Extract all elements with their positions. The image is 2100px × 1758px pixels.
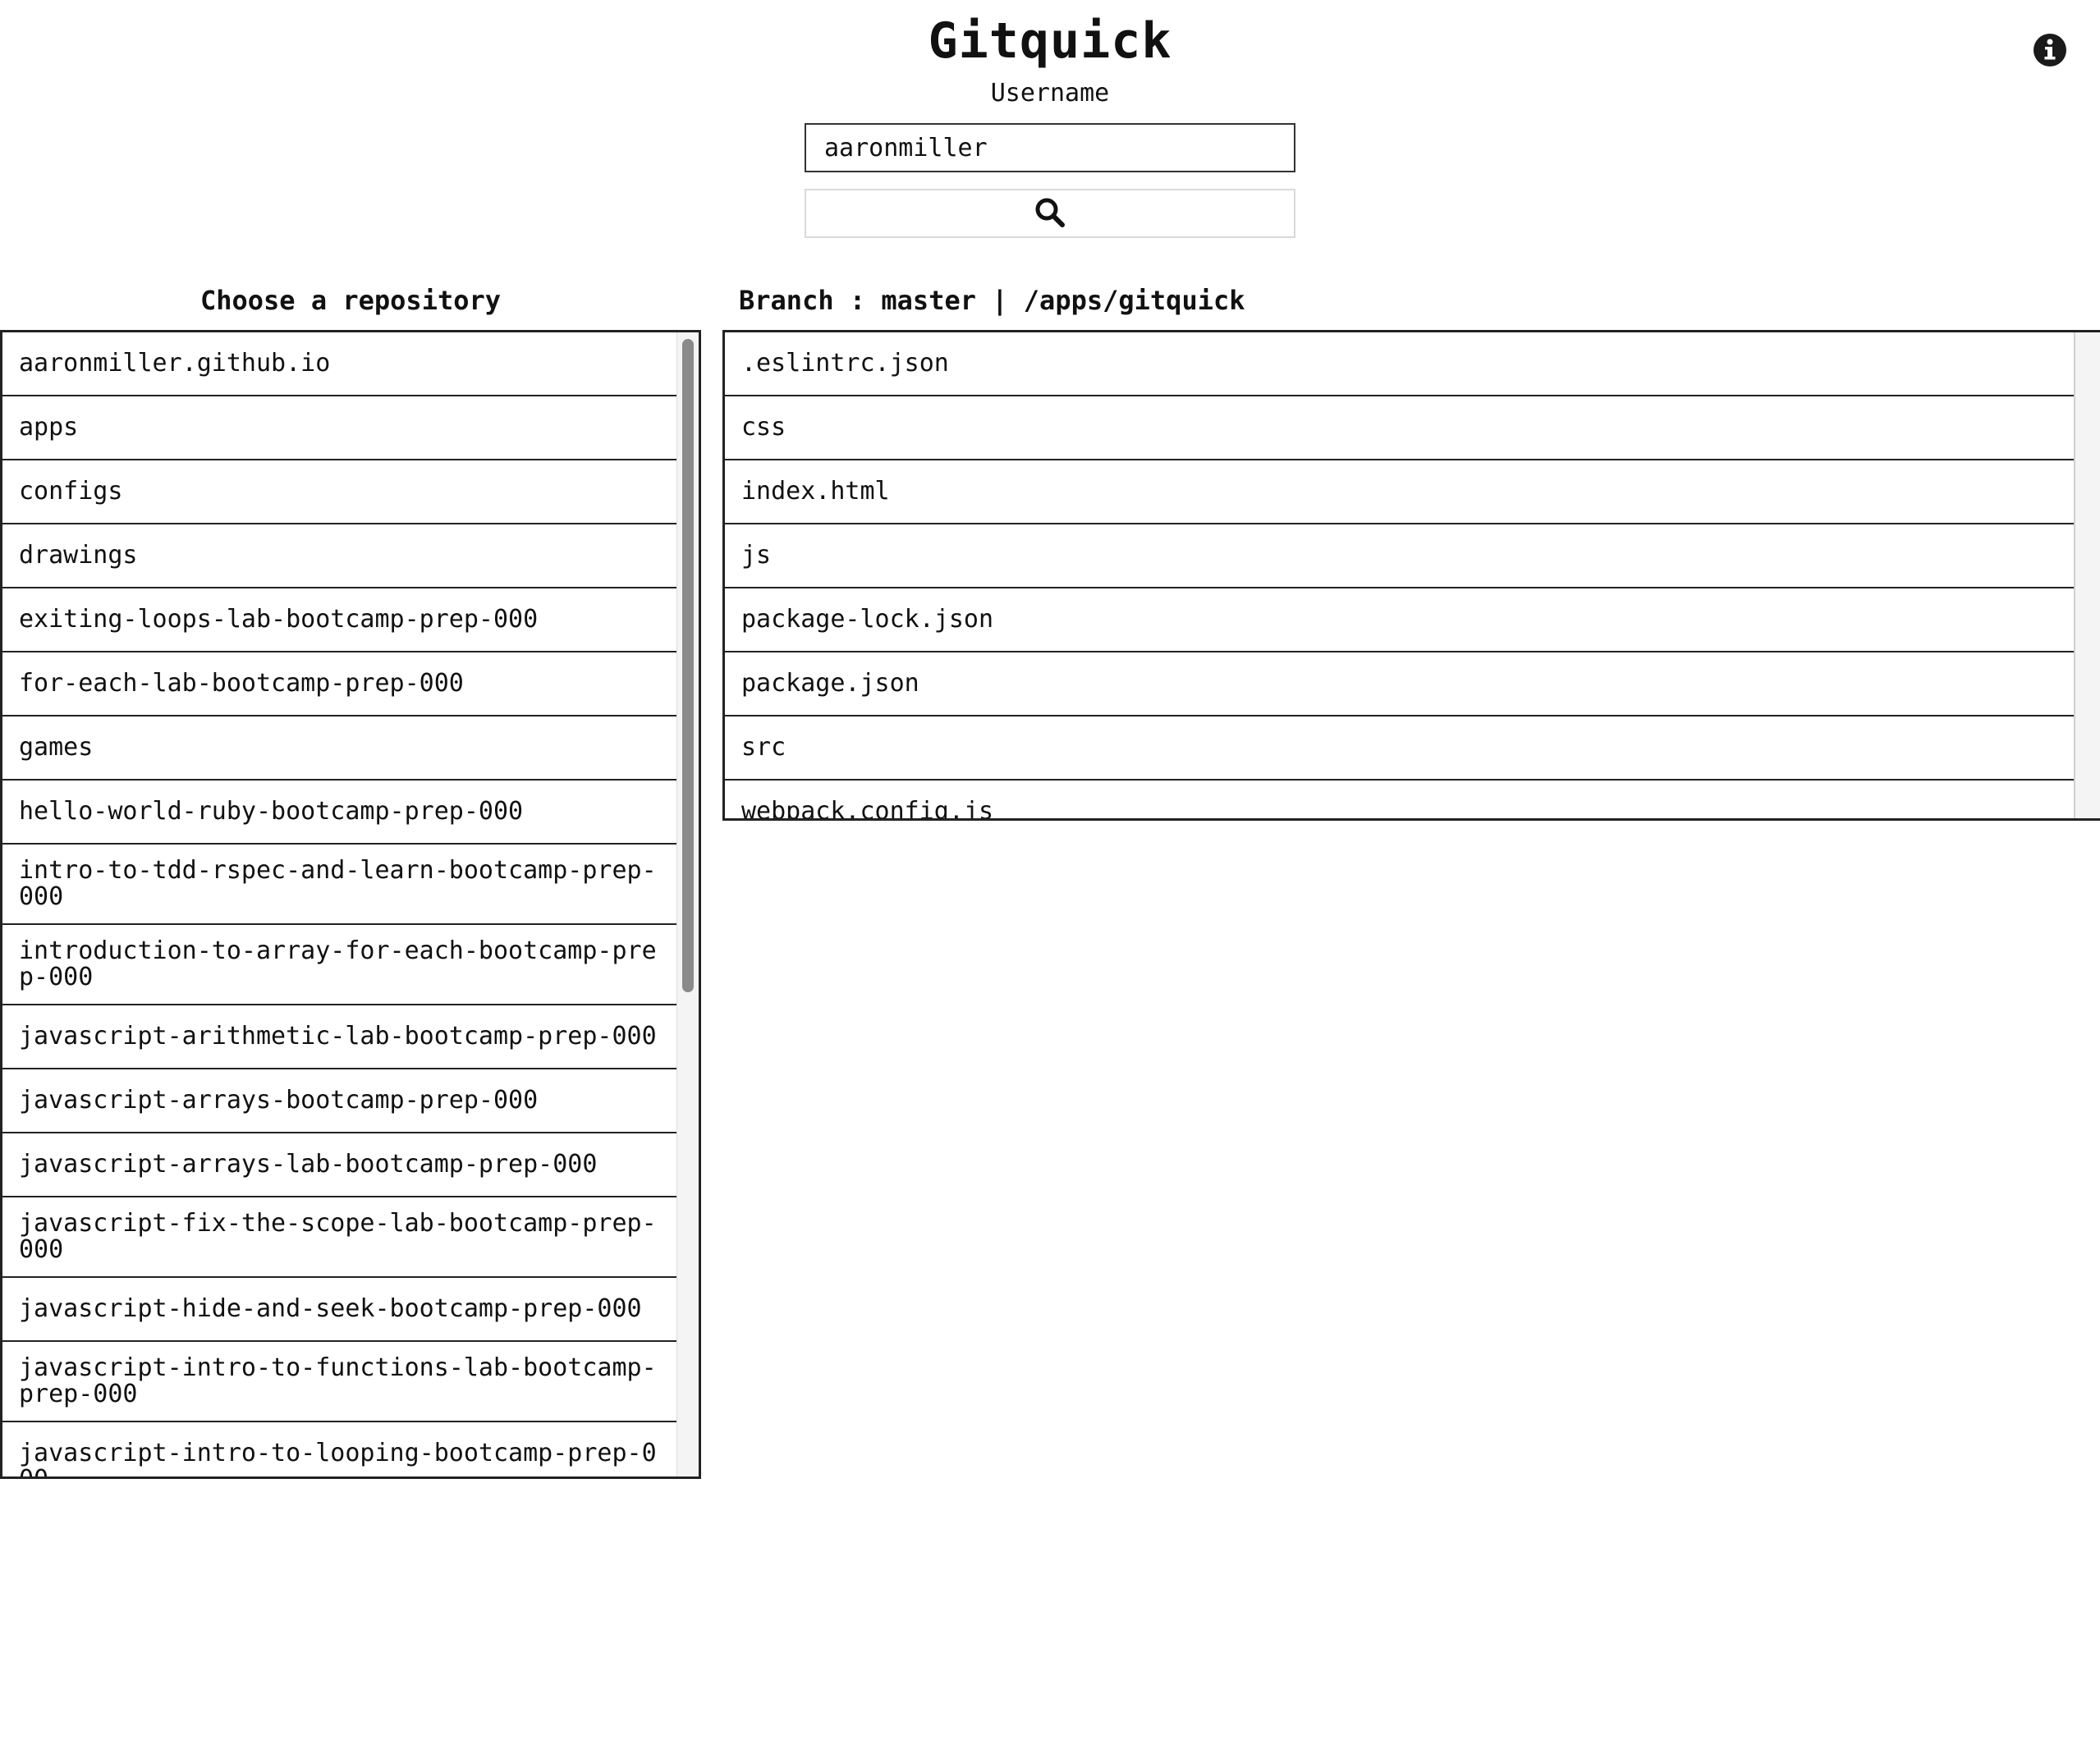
app-root: Gitquick Username Choose a repository Br… bbox=[0, 0, 2100, 1758]
repository-item[interactable]: introduction-to-array-for-each-bootcamp-… bbox=[2, 925, 677, 1005]
info-icon[interactable] bbox=[2033, 33, 2067, 67]
repository-item[interactable]: javascript-intro-to-functions-lab-bootca… bbox=[2, 1342, 677, 1422]
username-label: Username bbox=[990, 79, 1110, 108]
file-item[interactable]: package.json bbox=[725, 652, 2078, 716]
repository-list-scrollbar[interactable] bbox=[676, 332, 699, 1476]
repository-item[interactable]: javascript-arrays-lab-bootcamp-prep-000 bbox=[2, 1133, 677, 1197]
file-item[interactable]: index.html bbox=[725, 460, 2078, 524]
username-input[interactable] bbox=[805, 123, 1295, 172]
folder-item[interactable]: js bbox=[725, 524, 2078, 588]
file-list: .eslintrc.json css index.html js package… bbox=[725, 332, 2078, 818]
repository-list: aaronmiller.github.io apps configs drawi… bbox=[2, 332, 677, 1476]
file-item[interactable]: .eslintrc.json bbox=[725, 332, 2078, 396]
repository-item[interactable]: configs bbox=[2, 460, 677, 524]
repository-item[interactable]: games bbox=[2, 716, 677, 781]
file-list-scrollbar[interactable] bbox=[2074, 332, 2100, 818]
repository-item[interactable]: drawings bbox=[2, 524, 677, 588]
repository-item[interactable]: aaronmiller.github.io bbox=[2, 332, 677, 396]
repository-item[interactable]: exiting-loops-lab-bootcamp-prep-000 bbox=[2, 588, 677, 652]
search-icon bbox=[1034, 196, 1066, 231]
app-title: Gitquick bbox=[928, 12, 1172, 70]
branch-path-heading: Branch : master | /apps/gitquick bbox=[739, 285, 1245, 316]
repository-list-panel: aaronmiller.github.io apps configs drawi… bbox=[0, 330, 701, 1479]
repository-item[interactable]: intro-to-tdd-rspec-and-learn-bootcamp-pr… bbox=[2, 845, 677, 925]
repository-heading: Choose a repository bbox=[199, 285, 502, 316]
repository-item[interactable]: javascript-fix-the-scope-lab-bootcamp-pr… bbox=[2, 1197, 677, 1278]
folder-item[interactable]: src bbox=[725, 716, 2078, 781]
repository-item[interactable]: hello-world-ruby-bootcamp-prep-000 bbox=[2, 781, 677, 845]
repository-item[interactable]: javascript-hide-and-seek-bootcamp-prep-0… bbox=[2, 1278, 677, 1342]
scrollbar-thumb[interactable] bbox=[682, 339, 694, 992]
repository-item[interactable]: javascript-arithmetic-lab-bootcamp-prep-… bbox=[2, 1005, 677, 1069]
folder-item[interactable]: css bbox=[725, 396, 2078, 460]
file-item[interactable]: webpack.config.js bbox=[725, 781, 2078, 818]
repository-item[interactable]: javascript-arrays-bootcamp-prep-000 bbox=[2, 1069, 677, 1133]
search-button[interactable] bbox=[805, 189, 1295, 238]
file-list-panel: .eslintrc.json css index.html js package… bbox=[722, 330, 2100, 821]
repository-item[interactable]: javascript-intro-to-looping-bootcamp-pre… bbox=[2, 1422, 677, 1476]
file-item[interactable]: package-lock.json bbox=[725, 588, 2078, 652]
repository-item[interactable]: apps bbox=[2, 396, 677, 460]
repository-item[interactable]: for-each-lab-bootcamp-prep-000 bbox=[2, 652, 677, 716]
